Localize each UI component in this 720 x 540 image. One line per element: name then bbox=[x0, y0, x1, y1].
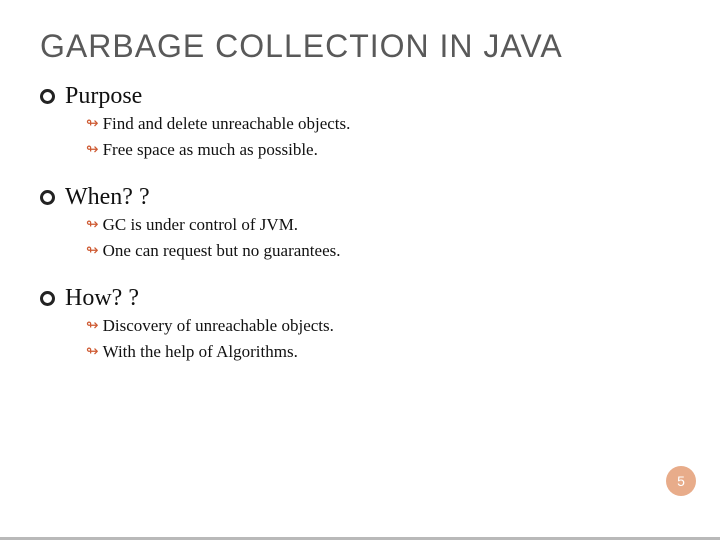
slide: GARBAGE COLLECTION IN JAVA Purpose ↬ Fin… bbox=[0, 0, 720, 540]
list-item: ↬ Free space as much as possible. bbox=[86, 138, 720, 162]
section-heading: When? ? bbox=[65, 184, 150, 211]
list-item-text: Discovery of unreachable objects. bbox=[103, 314, 334, 338]
section-heading-row: Purpose bbox=[40, 83, 720, 110]
wavy-bullet-icon: ↬ bbox=[86, 239, 97, 263]
list-item: ↬ One can request but no guarantees. bbox=[86, 239, 720, 263]
section-items: ↬ Discovery of unreachable objects. ↬ Wi… bbox=[86, 314, 720, 364]
ring-bullet-icon bbox=[40, 190, 55, 205]
list-item: ↬ GC is under control of JVM. bbox=[86, 213, 720, 237]
list-item: ↬ Discovery of unreachable objects. bbox=[86, 314, 720, 338]
list-item-text: One can request but no guarantees. bbox=[103, 239, 341, 263]
list-item-text: With the help of Algorithms. bbox=[103, 340, 298, 364]
list-item-text: Find and delete unreachable objects. bbox=[103, 112, 351, 136]
wavy-bullet-icon: ↬ bbox=[86, 138, 97, 162]
page-number-badge: 5 bbox=[666, 466, 696, 496]
section-items: ↬ GC is under control of JVM. ↬ One can … bbox=[86, 213, 720, 263]
wavy-bullet-icon: ↬ bbox=[86, 340, 97, 364]
list-item: ↬ With the help of Algorithms. bbox=[86, 340, 720, 364]
slide-title: GARBAGE COLLECTION IN JAVA bbox=[40, 28, 720, 65]
section-heading-row: How? ? bbox=[40, 285, 720, 312]
section-heading: How? ? bbox=[65, 285, 139, 312]
section-heading-row: When? ? bbox=[40, 184, 720, 211]
wavy-bullet-icon: ↬ bbox=[86, 314, 97, 338]
ring-bullet-icon bbox=[40, 291, 55, 306]
section-items: ↬ Find and delete unreachable objects. ↬… bbox=[86, 112, 720, 162]
ring-bullet-icon bbox=[40, 89, 55, 104]
list-item-text: GC is under control of JVM. bbox=[103, 213, 298, 237]
list-item: ↬ Find and delete unreachable objects. bbox=[86, 112, 720, 136]
wavy-bullet-icon: ↬ bbox=[86, 112, 97, 136]
wavy-bullet-icon: ↬ bbox=[86, 213, 97, 237]
section-heading: Purpose bbox=[65, 83, 142, 110]
list-item-text: Free space as much as possible. bbox=[103, 138, 318, 162]
